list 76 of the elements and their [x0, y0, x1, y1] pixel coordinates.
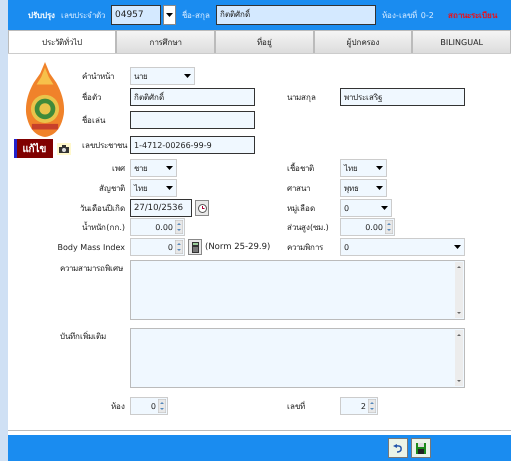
text-field[interactable]: กิตติศักดิ์: [130, 88, 255, 106]
field-label: น้ำหนัก(กก.): [81, 220, 126, 234]
spin-arrows-icon: [175, 220, 183, 234]
undo-button[interactable]: [388, 438, 408, 458]
status-text: สถานะระเบียน: [448, 10, 497, 22]
number-spinner[interactable]: 0: [130, 238, 185, 256]
dropdown[interactable]: นาย: [130, 67, 195, 85]
field-label: ชื่อเล่น: [81, 114, 106, 126]
name-field[interactable]: กิตติศักดิ์: [216, 5, 376, 25]
undo-icon: [393, 444, 403, 452]
number-spinner[interactable]: 0: [130, 397, 168, 415]
spin-arrows-icon: [368, 399, 376, 413]
caret-icon: [454, 245, 461, 249]
edit-badge[interactable]: แก้ไข: [14, 139, 52, 158]
mode-label: ปรับปรุง: [28, 10, 55, 22]
field-label: บันทึกเพิ่มเติม: [59, 330, 107, 343]
caret-icon: [184, 74, 191, 78]
id-field[interactable]: 04957: [111, 5, 161, 25]
dropdown[interactable]: พุทธ: [340, 179, 387, 197]
camera-button[interactable]: [56, 142, 70, 154]
id-dropdown-button[interactable]: [163, 5, 176, 25]
field-label: ชื่อตัว: [81, 91, 102, 104]
field-label: ความสามารถพิเศษ: [59, 263, 124, 275]
tab[interactable]: ประวัติทั่วไป: [8, 30, 116, 53]
tab[interactable]: BILINGUAL: [412, 30, 511, 53]
calculator-icon: [192, 242, 198, 252]
field-label: นามสกุล: [286, 92, 317, 104]
field-label: สัญชาติ: [98, 182, 126, 194]
field-label: ห้อง: [110, 400, 126, 412]
caret-icon: [376, 166, 383, 170]
dropdown[interactable]: 0: [340, 199, 392, 217]
calculator-button[interactable]: [188, 239, 202, 255]
field-label: เลขที่: [286, 400, 306, 412]
clock-icon: [198, 204, 206, 212]
field-label: Body Mass Index: [56, 242, 126, 252]
field-label: ศาสนา: [286, 182, 311, 194]
tab[interactable]: การศึกษา: [116, 30, 215, 53]
caret-icon: [166, 186, 173, 190]
spin-arrows-icon: [385, 220, 393, 234]
text-field[interactable]: 1-4712-00266-99-9: [130, 136, 255, 154]
text-field[interactable]: [130, 111, 255, 129]
spin-arrows-icon: [158, 399, 166, 413]
name-label: ชื่อ-สกุล: [182, 9, 210, 22]
tab[interactable]: ผู้ปกครอง: [314, 30, 412, 53]
dropdown[interactable]: ไทย: [340, 159, 387, 177]
dropdown[interactable]: ไทย: [130, 179, 177, 197]
scrollbar-icon: [455, 330, 463, 386]
date-field[interactable]: 27/10/2536: [130, 199, 192, 217]
field-label: วันเดือนปีเกิด: [79, 202, 126, 214]
caret-icon: [376, 186, 383, 190]
room-label: ห้อง-เลขที่: [382, 9, 417, 22]
field-label: ส่วนสูง(ซม.): [286, 222, 330, 234]
field-label: หมู่เลือด: [286, 202, 316, 214]
field-label: เลขประชาชน: [81, 140, 128, 152]
tab[interactable]: ที่อยู่: [215, 30, 314, 53]
field-label: ความพิการ: [286, 242, 324, 254]
field-label: เพศ: [111, 162, 126, 174]
number-spinner[interactable]: 0.00: [340, 218, 395, 236]
caret-icon: [166, 13, 173, 17]
number-spinner[interactable]: 2: [340, 397, 378, 415]
room-value: 0-2: [420, 10, 434, 20]
id-label: เลขประจำตัว: [61, 10, 105, 22]
field-label: เชื้อชาติ: [286, 162, 315, 174]
dropdown[interactable]: 0: [340, 238, 465, 256]
text-field[interactable]: พาประเสริฐ: [340, 88, 465, 106]
caret-icon: [381, 206, 388, 210]
norm-note: (Norm 25-29.9): [205, 242, 270, 252]
spin-arrows-icon: [175, 240, 183, 254]
scrollbar-icon: [455, 262, 463, 318]
calendar-button[interactable]: [195, 200, 209, 216]
number-spinner[interactable]: 0.00: [130, 218, 185, 236]
save-button[interactable]: [411, 438, 431, 458]
camera-icon: [58, 144, 68, 152]
dropdown[interactable]: ชาย: [130, 159, 177, 177]
field-label: คำนำหน้า: [81, 70, 115, 82]
caret-icon: [166, 166, 173, 170]
